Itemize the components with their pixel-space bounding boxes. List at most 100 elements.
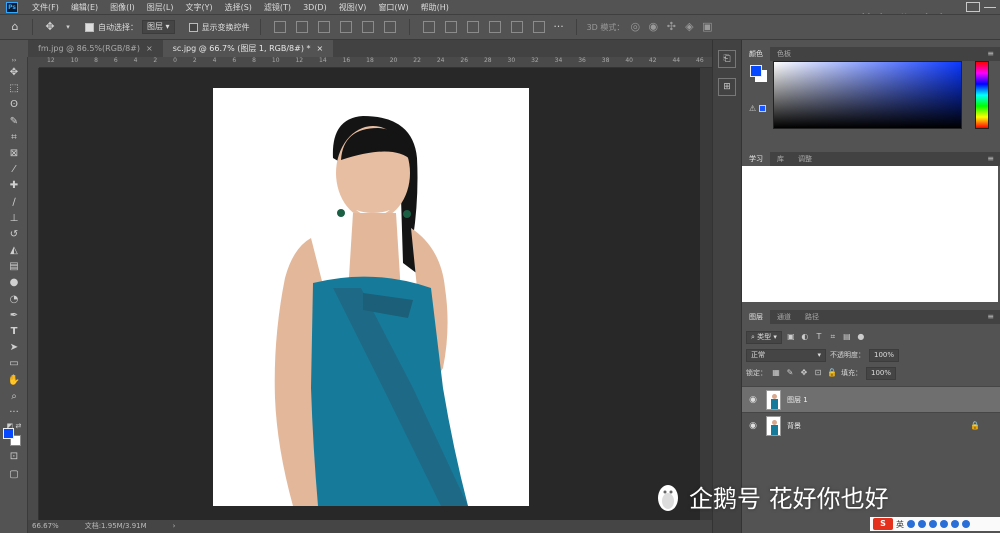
color-spectrum-field[interactable] (773, 61, 962, 129)
tab-sc-jpg[interactable]: sc.jpg @ 66.7% (图层 1, RGB/8#) * × (162, 40, 334, 57)
eyedropper-tool-icon[interactable]: ⁄ (0, 162, 28, 178)
align-vcenter-icon[interactable] (295, 21, 308, 33)
menu-view[interactable]: 视图(V) (333, 2, 373, 13)
tab-swatches[interactable]: 色板 (770, 47, 798, 61)
blur-tool-icon[interactable]: ● (0, 275, 28, 291)
history-brush-tool-icon[interactable]: ↺ (0, 227, 28, 243)
tray-shirt-icon[interactable] (951, 520, 959, 528)
edit-toolbar-icon[interactable]: ··· (0, 405, 28, 421)
clone-stamp-tool-icon[interactable]: ⊥ (0, 211, 28, 227)
tab-adjustments[interactable]: 调整 (791, 152, 819, 166)
blend-mode-select[interactable]: 正常 ▾ (746, 348, 826, 362)
tray-mic-icon[interactable] (929, 520, 937, 528)
menu-layer[interactable]: 图层(L) (141, 2, 180, 13)
visibility-eye-icon[interactable]: ◉ (742, 395, 764, 405)
screen-mode-icon[interactable]: ▢ (0, 467, 28, 483)
marquee-tool-icon[interactable]: ⬚ (0, 81, 28, 97)
history-icon[interactable]: ⎗ (718, 50, 736, 68)
quick-mask-icon[interactable]: ⊡ (0, 449, 28, 465)
distribute-hcenter-icon[interactable] (510, 21, 523, 33)
3d-slide-icon[interactable]: ◈ (682, 20, 696, 34)
hand-tool-icon[interactable]: ✋ (0, 373, 28, 389)
chevron-down-icon[interactable]: ▾ (61, 20, 75, 34)
move-tool-preset-icon[interactable]: ✥ (43, 20, 57, 34)
properties-icon[interactable]: ⊞ (718, 78, 736, 96)
vertical-scrollbar[interactable] (700, 68, 712, 520)
pen-tool-icon[interactable]: ✒ (0, 308, 28, 324)
move-tool-icon[interactable]: ✥ (0, 65, 28, 81)
restore-icon[interactable] (966, 2, 980, 12)
tray-settings-icon[interactable] (962, 520, 970, 528)
menu-3d[interactable]: 3D(D) (297, 3, 333, 12)
align-left-icon[interactable] (339, 21, 352, 33)
menu-image[interactable]: 图像(I) (104, 2, 141, 13)
tray-moon-icon[interactable] (907, 520, 915, 528)
menu-type[interactable]: 文字(Y) (179, 2, 218, 13)
lock-image-icon[interactable]: ✎ (785, 368, 795, 378)
lock-transparency-icon[interactable]: ▦ (771, 368, 781, 378)
distribute-vcenter-icon[interactable] (444, 21, 457, 33)
more-icon[interactable]: ··· (552, 20, 566, 34)
distribute-bottom-icon[interactable] (466, 21, 479, 33)
menu-select[interactable]: 选择(S) (219, 2, 258, 13)
path-select-tool-icon[interactable]: ➤ (0, 340, 28, 356)
layer-kind-filter[interactable]: ⌕ 类型 ▾ (746, 330, 782, 344)
home-icon[interactable]: ⌂ (8, 20, 22, 34)
filter-pixel-icon[interactable]: ▣ (786, 332, 796, 342)
tray-dot-icon[interactable] (918, 520, 926, 528)
ime-language[interactable]: 英 (896, 519, 904, 530)
layer-row-layer-1[interactable]: ◉ 图层 1 (742, 386, 1000, 412)
sogou-ime-icon[interactable]: S (873, 518, 893, 530)
gradient-tool-icon[interactable]: ▤ (0, 259, 28, 275)
eraser-tool-icon[interactable]: ◭ (0, 243, 28, 259)
filter-shape-icon[interactable]: ⌗ (828, 332, 838, 342)
lock-artboard-icon[interactable]: ⊡ (813, 368, 823, 378)
foreground-color-swatch[interactable] (3, 428, 14, 439)
status-expand-icon[interactable]: › (173, 520, 176, 533)
opacity-input[interactable]: 100% (869, 348, 900, 362)
distribute-left-icon[interactable] (488, 21, 501, 33)
collapse-toolbox-icon[interactable]: ›› (0, 57, 28, 65)
auto-select-dropdown[interactable]: 图层 ▾ (142, 20, 175, 34)
lasso-tool-icon[interactable]: ʘ (0, 97, 28, 113)
minimize-icon[interactable] (984, 2, 996, 8)
tab-paths[interactable]: 路径 (798, 310, 826, 324)
close-icon[interactable]: × (146, 44, 153, 53)
menu-window[interactable]: 窗口(W) (372, 2, 414, 13)
3d-roll-icon[interactable]: ◉ (646, 20, 660, 34)
brush-tool-icon[interactable]: ∕ (0, 195, 28, 211)
lock-all-icon[interactable]: 🔒 (827, 368, 837, 378)
align-right-icon[interactable] (383, 21, 396, 33)
menu-edit[interactable]: 编辑(E) (65, 2, 104, 13)
show-transform-checkbox[interactable] (188, 22, 198, 32)
tab-layers[interactable]: 图层 (742, 310, 770, 324)
layer-row-background[interactable]: ◉ 背景 🔒 (742, 412, 1000, 438)
foreground-color-swatch[interactable] (750, 65, 762, 77)
tray-keyboard-icon[interactable] (940, 520, 948, 528)
zoom-tool-icon[interactable]: ⌕ (0, 389, 28, 405)
distribute-top-icon[interactable] (422, 21, 435, 33)
align-top-icon[interactable] (273, 21, 286, 33)
filter-smart-object-icon[interactable]: ▤ (842, 332, 852, 342)
filter-toggle-icon[interactable]: ● (856, 332, 866, 342)
tab-fm-jpg[interactable]: fm.jpg @ 86.5%(RGB/8#) × (28, 40, 163, 57)
align-hcenter-icon[interactable] (361, 21, 374, 33)
visibility-eye-icon[interactable]: ◉ (742, 421, 764, 431)
tab-learn[interactable]: 学习 (742, 152, 770, 166)
healing-brush-tool-icon[interactable]: ✚ (0, 178, 28, 194)
auto-select-checkbox[interactable] (85, 22, 94, 32)
hue-slider[interactable] (975, 61, 989, 129)
quick-select-tool-icon[interactable]: ✎ (0, 114, 28, 130)
tab-color[interactable]: 颜色 (742, 47, 770, 61)
tab-libraries[interactable]: 库 (770, 152, 791, 166)
3d-orbit-icon[interactable]: ◎ (628, 20, 642, 34)
filter-adjustment-icon[interactable]: ◐ (800, 332, 810, 342)
rectangle-tool-icon[interactable]: ▭ (0, 356, 28, 372)
close-icon[interactable]: × (317, 44, 324, 53)
panel-menu-icon[interactable]: ≡ (987, 152, 994, 166)
crop-tool-icon[interactable]: ⌗ (0, 130, 28, 146)
filter-type-icon[interactable]: T (814, 332, 824, 342)
panel-menu-icon[interactable]: ≡ (987, 47, 994, 61)
zoom-level[interactable]: 66.67% (32, 520, 59, 533)
dodge-tool-icon[interactable]: ◔ (0, 292, 28, 308)
